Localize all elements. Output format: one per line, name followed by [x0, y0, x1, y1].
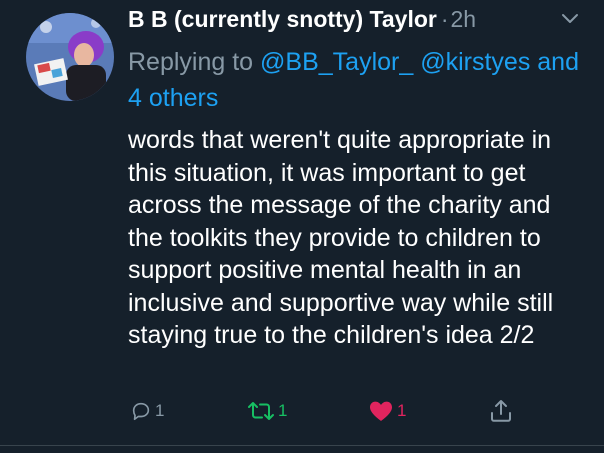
chevron-down-icon[interactable] [560, 12, 580, 26]
retweet-icon [248, 402, 274, 420]
replying-to-label: Replying to [128, 48, 254, 76]
like-button[interactable]: 1 [368, 400, 406, 422]
tweet-content: B B (currently snotty) Taylor · 2h Reply… [128, 6, 588, 352]
separator-dot: · [440, 6, 449, 32]
like-count: 1 [397, 401, 407, 420]
share-button[interactable] [488, 398, 514, 424]
tweet-actions: 1 1 1 [0, 398, 604, 428]
tweet-text: words that weren't quite appropriate in … [128, 126, 554, 349]
replying-to: Replying to @BB_Taylor_ @kirstyes and 4 … [128, 44, 588, 116]
reply-button[interactable]: 1 [130, 400, 164, 422]
tweet[interactable]: B B (currently snotty) Taylor · 2h Reply… [0, 0, 604, 453]
mention-bb-taylor[interactable]: @BB_Taylor_ [260, 48, 413, 76]
retweet-button[interactable]: 1 [247, 400, 287, 422]
heart-icon [370, 401, 392, 421]
retweet-count: 1 [278, 401, 288, 420]
tweet-header: B B (currently snotty) Taylor · 2h [128, 6, 588, 38]
reply-icon [132, 402, 150, 421]
mention-kirstyes[interactable]: @kirstyes [420, 48, 530, 76]
reply-count: 1 [155, 401, 165, 420]
divider [0, 445, 604, 446]
display-name[interactable]: B B (currently snotty) Taylor [128, 6, 437, 33]
avatar[interactable] [26, 13, 114, 101]
share-icon [491, 400, 511, 422]
timestamp[interactable]: 2h [451, 6, 477, 33]
